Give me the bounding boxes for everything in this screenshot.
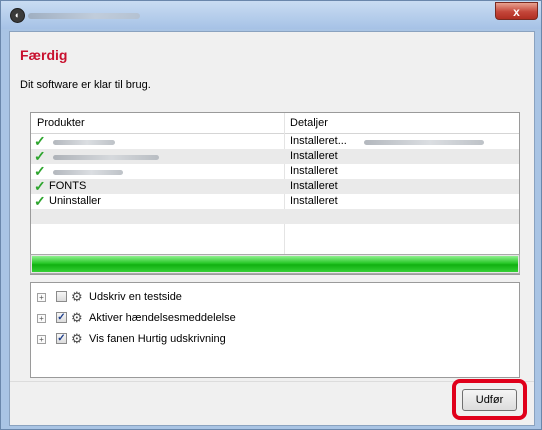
option-label: Aktiver hændelsesmeddelelse: [89, 312, 236, 324]
row-name: Uninstaller: [49, 195, 101, 207]
page-subtitle: Dit software er klar til brug.: [20, 79, 151, 91]
row-detail: Installeret: [290, 195, 338, 207]
dialog-content: Færdig Dit software er klar til brug. Pr…: [9, 31, 535, 426]
table-row[interactable]: ✓ FONTS Installeret: [31, 178, 519, 194]
window-title-redacted: [28, 13, 140, 19]
expand-icon[interactable]: +: [37, 335, 46, 344]
table-row-empty: [31, 209, 519, 224]
product-name-redacted: [53, 155, 159, 160]
product-name-redacted: [53, 140, 115, 145]
checkmark-icon: ✓: [34, 193, 46, 209]
product-name-redacted: [53, 170, 123, 175]
table-row[interactable]: ✓ Uninstaller Installeret: [31, 193, 519, 209]
checkbox[interactable]: [56, 291, 67, 302]
row-detail: Installeret: [290, 165, 338, 177]
expand-icon[interactable]: +: [37, 293, 46, 302]
checkbox[interactable]: ✓: [56, 312, 67, 323]
installer-window: ◐ x Færdig Dit software er klar til brug…: [0, 0, 542, 430]
products-table: Produkter Detaljer ✓ Installeret... ✓ In…: [30, 112, 520, 275]
gear-icon: ⚙: [71, 289, 83, 304]
detail-path-redacted: [364, 140, 484, 145]
table-row[interactable]: ✓ Installeret...: [31, 133, 519, 149]
gear-icon: ⚙: [71, 310, 83, 325]
expand-icon[interactable]: +: [37, 314, 46, 323]
install-progress-bar: [30, 254, 520, 274]
title-bar: ◐ x: [1, 1, 541, 29]
progress-fill: [32, 256, 518, 272]
gear-icon: ⚙: [71, 331, 83, 346]
table-row[interactable]: ✓ Installeret: [31, 163, 519, 179]
app-icon: ◐: [10, 8, 25, 23]
row-name: FONTS: [49, 180, 87, 192]
close-button[interactable]: x: [495, 2, 538, 20]
table-row[interactable]: ✓ Installeret: [31, 148, 519, 164]
row-detail: Installeret...: [290, 135, 347, 147]
column-header-products[interactable]: Produkter: [37, 117, 85, 129]
page-title: Færdig: [20, 47, 68, 63]
row-detail: Installeret: [290, 180, 338, 192]
table-header: Produkter Detaljer: [31, 113, 519, 134]
checkbox[interactable]: ✓: [56, 333, 67, 344]
options-tree: + ⚙ Udskriv en testside + ✓ ⚙ Aktiver hæ…: [30, 282, 520, 378]
option-label: Vis fanen Hurtig udskrivning: [89, 333, 226, 345]
row-detail: Installeret: [290, 150, 338, 162]
option-label: Udskriv en testside: [89, 291, 182, 303]
finish-button[interactable]: Udfør: [462, 389, 517, 411]
column-header-details[interactable]: Detaljer: [290, 117, 328, 129]
